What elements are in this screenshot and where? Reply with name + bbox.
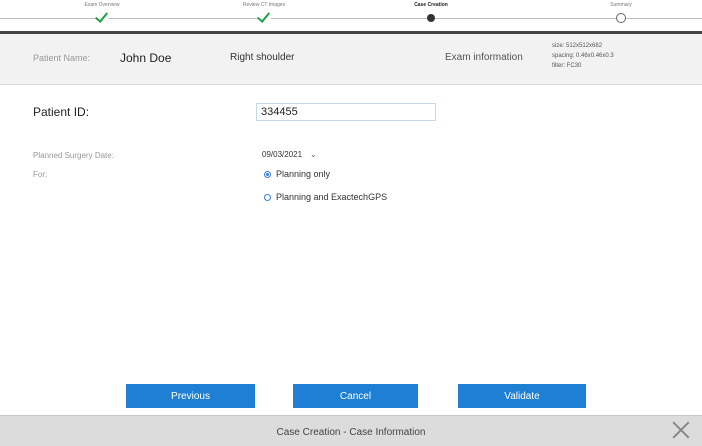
patient-id-label: Patient ID: [33,105,90,119]
step-summary: Summary [561,2,681,23]
progress-stepper: Exam Overview Review CT Images Case Crea… [0,0,702,30]
dot-icon [427,14,435,22]
exam-information-label: Exam information [445,52,523,63]
patient-name-label: Patient Name: [33,53,91,63]
radio-label: Planning and ExactechGPS [276,192,388,202]
for-label: For: [33,170,48,179]
radio-unchecked-icon [264,193,271,201]
surgery-date-picker[interactable]: 09/03/2021 ⌄ [262,150,317,159]
exam-size: size: 512x512x682 [552,43,603,49]
surgery-date-label: Planned Surgery Date: [33,151,114,160]
step-review-ct-images: Review CT Images [204,2,324,23]
radio-label: Planning only [276,169,331,179]
circle-icon [616,13,626,23]
exam-filter: filter: FC30 [552,63,582,69]
close-icon[interactable] [672,421,690,439]
cancel-button[interactable]: Cancel [293,384,418,408]
check-icon [257,11,271,23]
step-case-creation: Case Creation [371,2,491,22]
patient-id-input[interactable] [256,103,436,121]
patient-header: Patient Name: John Doe Right shoulder Ex… [0,34,702,85]
step-exam-overview: Exam Overview [42,2,162,23]
surgery-date-value: 09/03/2021 [262,150,303,159]
check-icon [95,11,109,23]
chevron-down-icon: ⌄ [310,150,317,159]
step-label: Summary [610,2,632,8]
footer-title: Case Creation - Case Information [276,427,426,438]
radio-planning-and-gps[interactable]: Planning and ExactechGPS [264,192,387,202]
step-label: Case Creation [414,2,448,8]
validate-button[interactable]: Validate [458,384,586,408]
patient-name: John Doe [120,51,172,65]
anatomy-site: Right shoulder [230,52,295,63]
exam-spacing: spacing: 0.46x0.46x0.3 [552,53,614,59]
radio-checked-icon [264,170,271,178]
radio-planning-only[interactable]: Planning only [264,169,330,179]
footer-bar: Case Creation - Case Information [0,415,702,446]
previous-button[interactable]: Previous [126,384,255,408]
exam-details: size: 512x512x682 spacing: 0.46x0.46x0.3… [552,41,614,71]
